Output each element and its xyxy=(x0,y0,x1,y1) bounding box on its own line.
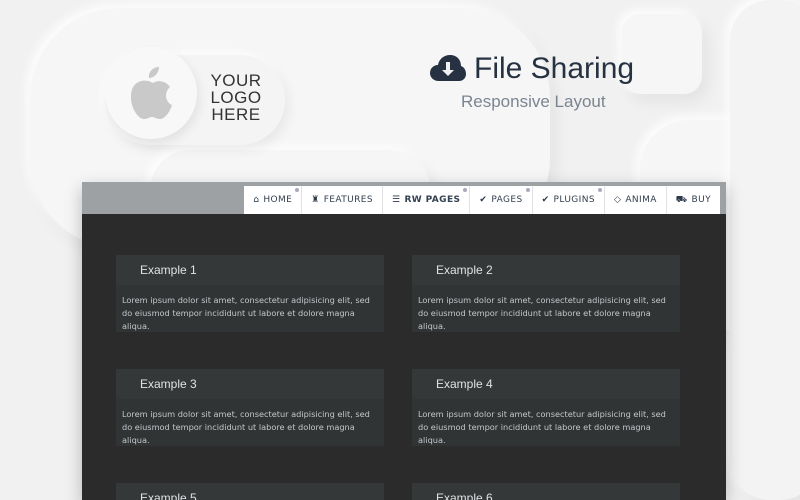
check-icon: ✔ xyxy=(541,195,550,205)
submenu-dot xyxy=(295,188,300,192)
logo-text-line: HERE xyxy=(211,105,261,124)
logo-text: YOUR LOGO HERE xyxy=(205,72,267,123)
card-title[interactable]: Example 1 xyxy=(116,255,384,285)
card-title[interactable]: Example 5 xyxy=(116,483,384,500)
nav-item-anima[interactable]: ◇ ANIMA xyxy=(605,186,667,214)
nav-item-label: RW PAGES xyxy=(404,195,461,205)
submenu-dot xyxy=(525,188,530,192)
page-title: File Sharing xyxy=(474,52,635,85)
demo-frame: ⌂ HOME ♜ FEATURES ☰ RW PAGES ✔ PAGES ✔ P… xyxy=(82,182,726,500)
nav-item-buy[interactable]: ⛟ BUY xyxy=(667,186,720,214)
card-text: Lorem ipsum dolor sit amet, consectetur … xyxy=(412,285,680,332)
diamond-icon: ◇ xyxy=(614,195,622,205)
apple-icon xyxy=(130,67,172,119)
background-shape xyxy=(730,0,800,500)
card-title[interactable]: Example 6 xyxy=(412,483,680,500)
check-icon: ✔ xyxy=(479,195,488,205)
card-title[interactable]: Example 3 xyxy=(116,369,384,399)
example-card: Example 3 Lorem ipsum dolor sit amet, co… xyxy=(116,369,384,446)
page-subtitle: Responsive Layout xyxy=(461,92,606,111)
nav-menu: ⌂ HOME ♜ FEATURES ☰ RW PAGES ✔ PAGES ✔ P… xyxy=(244,186,720,214)
card-text: Lorem ipsum dolor sit amet, consectetur … xyxy=(412,399,680,446)
example-card: Example 1 Lorem ipsum dolor sit amet, co… xyxy=(116,255,384,332)
nav-item-home[interactable]: ⌂ HOME xyxy=(244,186,303,214)
page-title-row: File Sharing xyxy=(430,52,634,86)
example-card: Example 2 Lorem ipsum dolor sit amet, co… xyxy=(412,255,680,332)
submenu-dot xyxy=(463,188,468,192)
nav-item-pages[interactable]: ✔ PAGES xyxy=(470,186,533,214)
nav-item-label: BUY xyxy=(691,195,711,205)
logo-text-line: YOUR xyxy=(210,71,262,90)
nav-item-label: ANIMA xyxy=(625,195,657,205)
cloud-download-icon xyxy=(430,55,466,81)
logo-text-line: LOGO xyxy=(210,88,262,107)
card-title[interactable]: Example 2 xyxy=(412,255,680,285)
example-card: Example 4 Lorem ipsum dolor sit amet, co… xyxy=(412,369,680,446)
submenu-dot xyxy=(598,188,602,192)
cart-icon: ⛟ xyxy=(675,194,688,205)
card-text: Lorem ipsum dolor sit amet, consectetur … xyxy=(116,285,384,332)
nav-item-rw-pages[interactable]: ☰ RW PAGES xyxy=(383,186,471,214)
nav-item-features[interactable]: ♜ FEATURES xyxy=(302,186,383,214)
example-card: Example 5 xyxy=(116,483,384,500)
nav-item-plugins[interactable]: ✔ PLUGINS xyxy=(533,186,605,214)
card-text: Lorem ipsum dolor sit amet, consectetur … xyxy=(116,399,384,446)
home-icon: ⌂ xyxy=(253,195,260,205)
trophy-icon: ♜ xyxy=(311,195,320,205)
menu-icon: ☰ xyxy=(391,195,401,205)
nav-item-label: FEATURES xyxy=(323,195,373,205)
nav-item-label: HOME xyxy=(263,195,293,205)
card-title[interactable]: Example 4 xyxy=(412,369,680,399)
example-card: Example 6 xyxy=(412,483,680,500)
nav-item-label: PAGES xyxy=(491,195,523,205)
nav-item-label: PLUGINS xyxy=(553,195,595,205)
